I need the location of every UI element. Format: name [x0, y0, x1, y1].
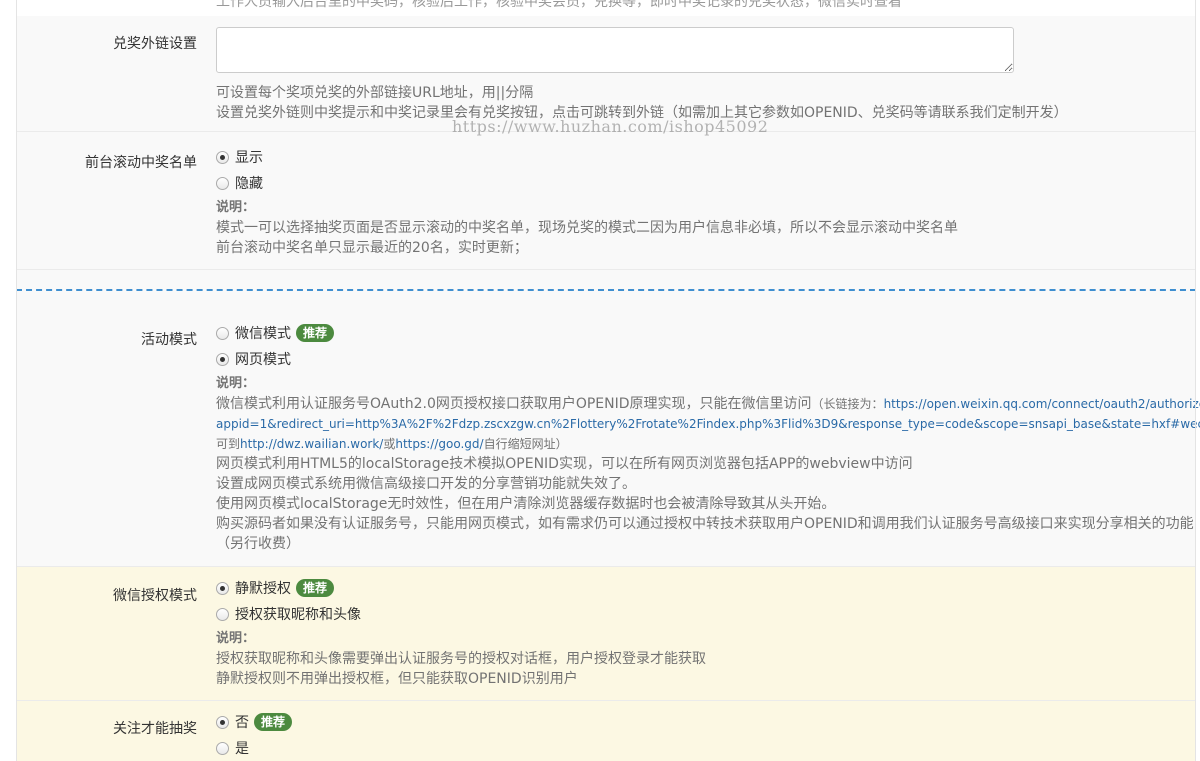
activity-mode-label: 活动模式 — [141, 332, 197, 348]
recommend-badge: 推荐 — [296, 579, 335, 597]
wechat-auth-help-2: 静默授权则不用弹出授权框，但只能获取OPENID识别用户 — [216, 671, 578, 687]
wechat-auth-option-userinfo[interactable]: 授权获取昵称和头像 — [216, 601, 1187, 627]
radio-show-label: 显示 — [235, 150, 263, 166]
activity-mode-help-web-4: 购买源码者如果没有认证服务号，只能用网页模式，如有需求仍可以通过授权中转技术获取… — [216, 516, 1194, 532]
follow-to-draw-option-no[interactable]: 否 推荐 — [216, 709, 1187, 735]
activity-mode-note-title: 说明： — [216, 376, 256, 391]
radio-follow-yes[interactable] — [216, 741, 229, 755]
activity-mode-help-web-3: 使用网页模式localStorage无时效性，但在用户清除浏览器缓存数据时也会被… — [216, 496, 836, 512]
watermark-text: https://www.huzhan.com/ishop45092 — [452, 117, 769, 136]
activity-mode-help-shorten: 可到http://dwz.wailian.work/或https://goo.g… — [216, 434, 1187, 454]
exchange-link-label: 兑奖外链设置 — [113, 36, 197, 52]
scroll-winners-row: 前台滚动中奖名单 显示 隐藏 说明： 模式一可以选择抽奖页面是否显示滚动的中奖名… — [17, 132, 1195, 270]
scroll-winners-note-title: 说明： — [216, 200, 256, 215]
truncated-help-text: 工作人员输入后台里的中奖码，核验后工作，核验中奖会员，兑换等，即时中奖记录的兑奖… — [216, 0, 902, 10]
radio-web-mode[interactable] — [216, 352, 229, 366]
recommend-badge: 推荐 — [254, 713, 293, 731]
exchange-link-textarea[interactable] — [216, 27, 1014, 73]
activity-mode-help-wechat-text: 微信模式利用认证服务号OAuth2.0网页授权接口获取用户OPENID原理实现，… — [216, 396, 812, 412]
shorten-or: 或 — [383, 437, 396, 451]
radio-show[interactable] — [216, 150, 229, 164]
wechat-auth-label: 微信授权模式 — [113, 588, 197, 604]
goo-gd-link[interactable]: https://goo.gd/ — [395, 437, 483, 451]
wechat-auth-help-1: 授权获取昵称和头像需要弹出认证服务号的授权对话框，用户授权登录才能获取 — [216, 651, 706, 667]
scroll-winners-help-2: 前台滚动中奖名单只显示最近的20名，实时更新； — [216, 240, 528, 256]
activity-mode-help-wechat: 微信模式利用认证服务号OAuth2.0网页授权接口获取用户OPENID原理实现，… — [216, 394, 1200, 414]
radio-silent-auth-label: 静默授权 — [235, 581, 291, 597]
activity-mode-help-web-5: （另行收费） — [216, 536, 300, 552]
oauth-url-link[interactable]: https://open.weixin.qq.com/connect/oauth… — [884, 397, 1200, 411]
follow-to-draw-label: 关注才能抽奖 — [113, 721, 197, 737]
radio-web-mode-label: 网页模式 — [235, 352, 291, 368]
activity-mode-help-url-line: appid=1&redirect_uri=http%3A%2F%2Fdzp.zs… — [216, 414, 1200, 434]
scroll-winners-label: 前台滚动中奖名单 — [85, 155, 197, 171]
radio-hide[interactable] — [216, 176, 229, 190]
radio-wechat-mode[interactable] — [216, 326, 229, 340]
shorten-suffix: 自行缩短网址） — [483, 437, 568, 451]
wechat-auth-option-silent[interactable]: 静默授权 推荐 — [216, 575, 1187, 601]
exchange-link-row: 兑奖外链设置 可设置每个奖项兑奖的外部链接URL地址，用||分隔 设置兑奖外链则… — [17, 16, 1195, 132]
section-divider-area — [17, 270, 1195, 312]
wechat-auth-note-title: 说明： — [216, 631, 256, 646]
follow-to-draw-option-yes[interactable]: 是 — [216, 735, 1187, 761]
radio-silent-auth[interactable] — [216, 581, 229, 595]
wechat-auth-row: 微信授权模式 静默授权 推荐 授权获取昵称和头像 说明： 授权获取昵称和头像需要… — [17, 566, 1195, 700]
oauth-url-params-link[interactable]: appid=1&redirect_uri=http%3A%2F%2Fdzp.zs… — [216, 417, 1200, 431]
shorten-prefix: 可到 — [216, 437, 241, 451]
radio-follow-yes-label: 是 — [235, 741, 249, 757]
scroll-winners-help-1: 模式一可以选择抽奖页面是否显示滚动的中奖名单，现场兑奖的模式二因为用户信息非必填… — [216, 220, 958, 236]
activity-mode-option-web[interactable]: 网页模式 — [216, 346, 1187, 372]
scroll-winners-option-hide[interactable]: 隐藏 — [216, 170, 1187, 196]
scroll-winners-option-show[interactable]: 显示 — [216, 144, 1187, 170]
radio-wechat-mode-label: 微信模式 — [235, 326, 291, 342]
radio-hide-label: 隐藏 — [235, 176, 263, 192]
activity-mode-option-wechat[interactable]: 微信模式 推荐 — [216, 320, 1187, 346]
section-divider — [16, 289, 1196, 291]
dwz-link[interactable]: http://dwz.wailian.work/ — [240, 437, 383, 451]
activity-mode-help-web-1: 网页模式利用HTML5的localStorage技术模拟OPENID实现，可以在… — [216, 456, 913, 472]
radio-follow-no[interactable] — [216, 715, 229, 729]
settings-page: 工作人员输入后台里的中奖码，核验后工作，核验中奖会员，兑换等，即时中奖记录的兑奖… — [0, 0, 1200, 761]
radio-userinfo-auth-label: 授权获取昵称和头像 — [235, 607, 361, 623]
recommend-badge: 推荐 — [296, 324, 335, 342]
activity-mode-help-web-2: 设置成网页模式系统用微信高级接口开发的分享营销功能就失效了。 — [216, 476, 636, 492]
radio-follow-no-label: 否 — [235, 715, 249, 731]
long-link-prefix: （长链接为： — [811, 397, 884, 411]
activity-mode-row: 活动模式 微信模式 推荐 网页模式 说明： 微信模式利用认证服务号OAuth2.… — [17, 312, 1200, 566]
follow-to-draw-row: 关注才能抽奖 否 推荐 是 — [17, 700, 1195, 761]
exchange-link-help-1: 可设置每个奖项兑奖的外部链接URL地址，用||分隔 — [216, 85, 534, 101]
radio-userinfo-auth[interactable] — [216, 607, 229, 621]
